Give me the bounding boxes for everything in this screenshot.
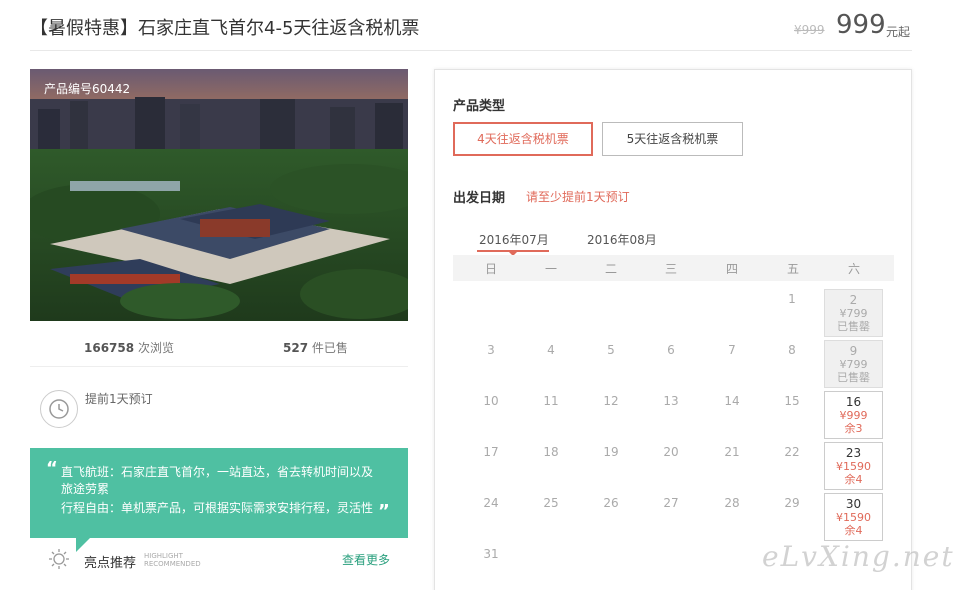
watermark: eLvXing.net bbox=[762, 540, 955, 573]
option-4day[interactable]: 4天往返含税机票 bbox=[453, 122, 593, 156]
calendar-day-soldout: 9 ¥799 已售罄 bbox=[824, 340, 883, 388]
tab-month-july[interactable]: 2016年07月 bbox=[479, 231, 549, 248]
page-header: 【暑假特惠】石家庄直飞首尔4-5天往返含税机票 ¥999 999 元起 bbox=[0, 0, 967, 52]
calendar-day: 29 bbox=[784, 496, 800, 510]
calendar-day: 14 bbox=[724, 394, 740, 408]
calendar-day-soldout: 2 ¥799 已售罄 bbox=[824, 289, 883, 337]
calendar-day: 3 bbox=[487, 343, 495, 357]
calendar-day: 18 bbox=[543, 445, 559, 459]
seoul-palace-photo bbox=[30, 69, 408, 321]
weekday-fri: 五 bbox=[786, 262, 799, 276]
departure-date-label: 出发日期 bbox=[453, 191, 506, 206]
sold-count: 527 件已售 bbox=[283, 339, 348, 356]
view-count-label: 次浏览 bbox=[137, 341, 174, 355]
highlight-title: 亮点推荐 bbox=[84, 556, 137, 571]
calendar-day: 12 bbox=[603, 394, 619, 408]
calendar-day: 17 bbox=[483, 445, 499, 459]
highlight-pointer bbox=[76, 538, 90, 552]
calendar-day: 5 bbox=[607, 343, 615, 357]
open-quote-icon: “ bbox=[46, 458, 58, 479]
calendar-day: 1 bbox=[788, 292, 796, 306]
option-5day[interactable]: 5天往返含税机票 bbox=[602, 122, 743, 156]
calendar-day: 28 bbox=[724, 496, 740, 510]
product-type-label: 产品类型 bbox=[453, 99, 506, 114]
calendar-day-available[interactable]: 16 ¥999 余3 bbox=[824, 391, 883, 439]
calendar-day: 15 bbox=[784, 394, 800, 408]
header-divider bbox=[30, 50, 912, 51]
price-unit: 元起 bbox=[886, 25, 911, 39]
close-quote-icon: ” bbox=[378, 501, 390, 522]
see-more-link[interactable]: 查看更多 bbox=[342, 551, 390, 568]
calendar-day: 22 bbox=[784, 445, 800, 459]
highlight-line-1: 直飞航班：石家庄直飞首尔，一站直达，省去转机时间以及旅途劳累 bbox=[61, 465, 374, 496]
view-count-value: 166758 bbox=[84, 341, 135, 355]
calendar-day: 19 bbox=[603, 445, 619, 459]
weekday-thu: 四 bbox=[725, 262, 738, 276]
stats-divider bbox=[30, 366, 408, 367]
calendar-day: 21 bbox=[724, 445, 740, 459]
calendar-day: 8 bbox=[788, 343, 796, 357]
product-code: 产品编号60442 bbox=[44, 82, 131, 96]
advance-booking-text: 提前1天预订 bbox=[85, 392, 153, 406]
calendar-day: 10 bbox=[483, 394, 499, 408]
highlight-line-2: 行程自由：单机票产品，可根据实际需求安排行程，灵活性 bbox=[61, 501, 374, 515]
calendar-day: 24 bbox=[483, 496, 499, 510]
view-count: 166758 次浏览 bbox=[84, 339, 174, 356]
calendar-day: 7 bbox=[728, 343, 736, 357]
calendar-day: 25 bbox=[543, 496, 559, 510]
product-photo bbox=[30, 69, 408, 321]
weekday-tue: 二 bbox=[604, 262, 617, 276]
sun-icon bbox=[48, 548, 70, 570]
weekday-sun: 日 bbox=[484, 262, 497, 276]
calendar-day: 31 bbox=[483, 547, 499, 561]
current-price: 999 bbox=[836, 10, 886, 40]
advance-note: 请至少提前1天预订 bbox=[526, 190, 630, 204]
weekday-wed: 三 bbox=[664, 262, 677, 276]
tab-month-august[interactable]: 2016年08月 bbox=[587, 231, 657, 248]
calendar-day-available[interactable]: 30 ¥1590 余4 bbox=[824, 493, 883, 541]
sold-count-label: 件已售 bbox=[311, 341, 348, 355]
calendar-day: 4 bbox=[547, 343, 555, 357]
clock-icon bbox=[40, 390, 78, 428]
calendar-day: 13 bbox=[663, 394, 679, 408]
highlight-box: “ 直飞航班：石家庄直飞首尔，一站直达，省去转机时间以及旅途劳累 行程自由：单机… bbox=[30, 448, 408, 538]
highlight-title-en: HIGHLIGHT RECOMMENDED bbox=[144, 552, 201, 568]
calendar-day: 26 bbox=[603, 496, 619, 510]
original-price: ¥999 bbox=[794, 23, 825, 37]
weekday-mon: 一 bbox=[544, 262, 557, 276]
calendar-day: 11 bbox=[543, 394, 559, 408]
calendar-day: 6 bbox=[667, 343, 675, 357]
product-title: 【暑假特惠】石家庄直飞首尔4-5天往返含税机票 bbox=[30, 18, 420, 39]
weekday-sat: 六 bbox=[847, 262, 860, 276]
calendar-day-available[interactable]: 23 ¥1590 余4 bbox=[824, 442, 883, 490]
calendar-day: 27 bbox=[663, 496, 679, 510]
sold-count-value: 527 bbox=[283, 341, 309, 355]
calendar-day: 20 bbox=[663, 445, 679, 459]
